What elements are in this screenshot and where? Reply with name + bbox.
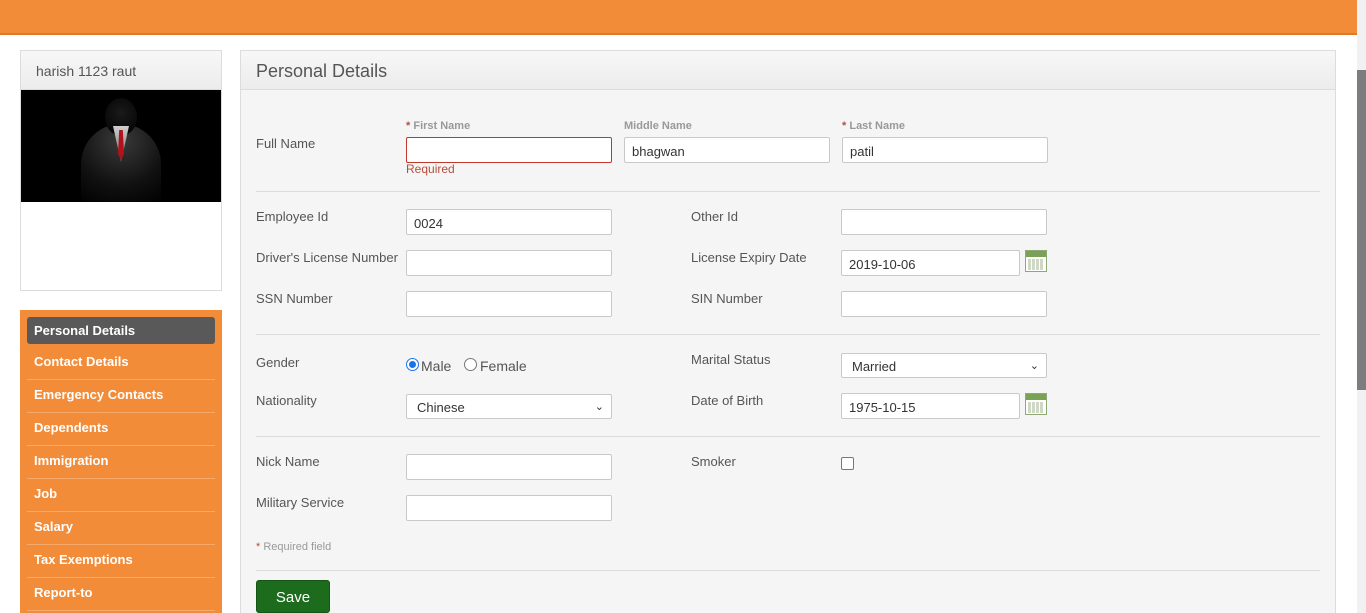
marital-status-select[interactable]: Married ⌄: [841, 353, 1047, 378]
smoker-label: Smoker: [691, 454, 736, 469]
gender-male-label[interactable]: Male: [421, 358, 451, 374]
required-mark: *: [406, 120, 411, 132]
other-id-label: Other Id: [691, 209, 738, 224]
first-name-error: Required: [406, 162, 455, 176]
date-of-birth-label: Date of Birth: [691, 393, 764, 408]
divider: [256, 570, 1320, 571]
scrollbar-thumb[interactable]: [1357, 70, 1366, 390]
smoker-checkbox[interactable]: [841, 457, 854, 470]
license-expiry-input[interactable]: 2019-10-06: [841, 250, 1020, 276]
employee-name: harish 1123 raut: [21, 51, 221, 90]
gender-female-label[interactable]: Female: [480, 358, 527, 374]
nick-name-label: Nick Name: [256, 454, 320, 469]
sin-input[interactable]: [841, 291, 1047, 317]
panel-title: Personal Details: [241, 51, 1335, 90]
ssn-input[interactable]: [406, 291, 612, 317]
nick-name-input[interactable]: [406, 454, 612, 480]
chevron-down-icon: ⌄: [594, 401, 604, 413]
page-scrollbar[interactable]: [1357, 0, 1366, 613]
profile-card: harish 1123 raut: [20, 50, 222, 291]
last-name-label: * Last Name: [842, 120, 905, 132]
middle-name-input[interactable]: bhagwan: [624, 137, 830, 163]
drivers-license-input[interactable]: [406, 250, 612, 276]
military-service-input[interactable]: [406, 495, 612, 521]
full-name-label: Full Name: [256, 136, 316, 151]
sin-label: SIN Number: [691, 291, 763, 306]
first-name-label: * First Name: [406, 120, 471, 132]
required-field-note: * Required field: [256, 541, 332, 553]
nationality-label: Nationality: [256, 393, 317, 408]
other-id-input[interactable]: [841, 209, 1047, 235]
license-expiry-label: License Expiry Date: [691, 250, 807, 265]
calendar-icon[interactable]: [1025, 250, 1047, 272]
gender-female-radio[interactable]: [464, 358, 477, 371]
drivers-license-label: Driver's License Number: [256, 250, 398, 265]
sidebar-item-dependents[interactable]: Dependents: [27, 413, 215, 446]
sidebar-item-emergency-contacts[interactable]: Emergency Contacts: [27, 380, 215, 413]
sidebar-item-report-to[interactable]: Report-to: [27, 578, 215, 611]
sidebar-menu: Personal Details Contact Details Emergen…: [20, 310, 222, 613]
top-header-bar: [0, 0, 1357, 35]
date-of-birth-input[interactable]: 1975-10-15: [841, 393, 1020, 419]
military-service-label: Military Service: [256, 495, 345, 510]
last-name-input[interactable]: patil: [842, 137, 1048, 163]
gender-male-radio[interactable]: [406, 358, 419, 371]
middle-name-label: Middle Name: [624, 120, 692, 132]
divider: [256, 334, 1320, 335]
first-name-input[interactable]: [406, 137, 612, 163]
sidebar-item-immigration[interactable]: Immigration: [27, 446, 215, 479]
chevron-down-icon: ⌄: [1029, 360, 1039, 372]
nationality-select[interactable]: Chinese ⌄: [406, 394, 612, 419]
sidebar-item-salary[interactable]: Salary: [27, 512, 215, 545]
sidebar-item-job[interactable]: Job: [27, 479, 215, 512]
divider: [256, 191, 1320, 192]
marital-status-value: Married: [852, 359, 897, 374]
employee-photo[interactable]: [21, 90, 221, 202]
save-button[interactable]: Save: [256, 580, 330, 613]
sidebar-item-tax-exemptions[interactable]: Tax Exemptions: [27, 545, 215, 578]
sidebar-item-personal-details[interactable]: Personal Details: [27, 317, 215, 344]
employee-id-input[interactable]: 0024: [406, 209, 612, 235]
divider: [256, 436, 1320, 437]
calendar-icon[interactable]: [1025, 393, 1047, 415]
gender-label: Gender: [256, 355, 300, 370]
sidebar-item-contact-details[interactable]: Contact Details: [27, 347, 215, 380]
ssn-label: SSN Number: [256, 291, 333, 306]
marital-status-label: Marital Status: [691, 352, 771, 367]
employee-id-label: Employee Id: [256, 209, 329, 224]
nationality-value: Chinese: [417, 400, 465, 415]
personal-details-panel: Personal Details Full Name * First Name …: [240, 50, 1336, 613]
